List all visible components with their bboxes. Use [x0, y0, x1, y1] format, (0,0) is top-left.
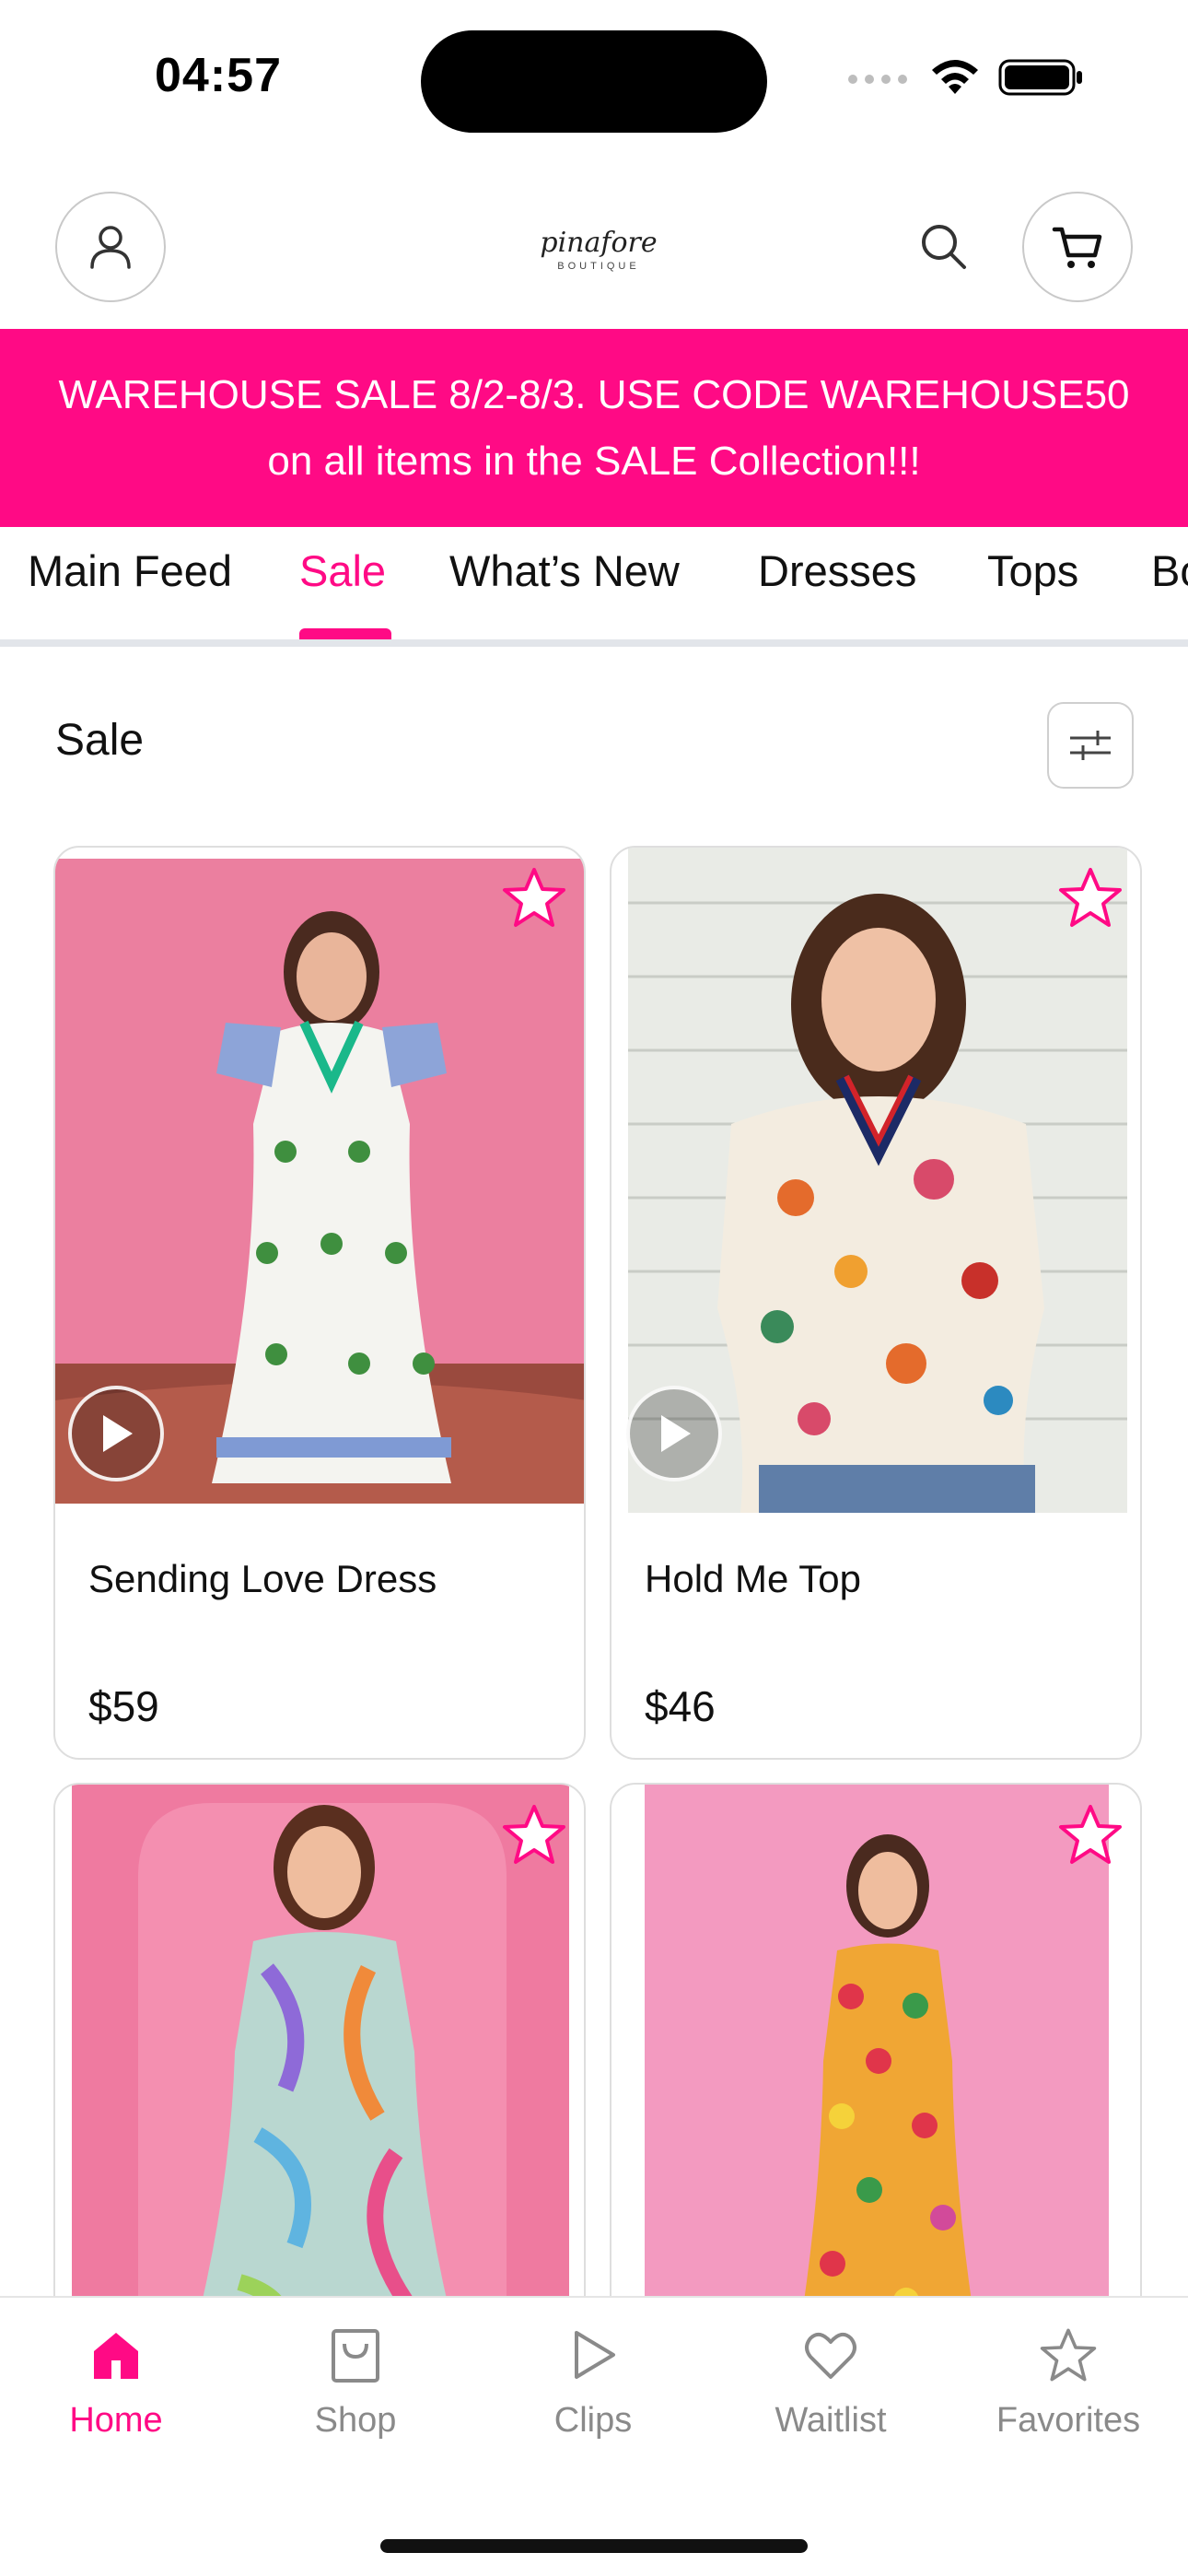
product-price: $46	[645, 1682, 716, 1730]
app-header: pinafore BOUTIQUE	[0, 184, 1188, 328]
heart-icon	[805, 2332, 856, 2379]
play-video-button[interactable]	[626, 1386, 722, 1481]
account-button[interactable]	[55, 192, 166, 302]
filter-button[interactable]	[1047, 702, 1134, 789]
nav-label: Home	[69, 2401, 163, 2440]
star-icon	[1040, 2328, 1097, 2382]
wifi-icon	[932, 60, 978, 94]
cart-button[interactable]	[1022, 192, 1133, 302]
product-image[interactable]	[55, 1785, 584, 2352]
nav-label: Favorites	[996, 2401, 1141, 2440]
home-indicator[interactable]	[380, 2539, 808, 2553]
nav-waitlist[interactable]: Waitlist	[739, 2325, 923, 2441]
tab-whats-new[interactable]: What’s New	[449, 545, 680, 628]
product-card[interactable]	[610, 1783, 1142, 2354]
tab-tops[interactable]: Tops	[987, 545, 1078, 628]
product-card[interactable]: Hold Me Top $46	[610, 846, 1142, 1760]
search-button[interactable]	[916, 219, 972, 279]
nav-label: Clips	[553, 2401, 633, 2440]
promo-line-2: on all items in the SALE Collection!!!	[267, 438, 921, 484]
dynamic-island	[421, 30, 767, 133]
product-price: $59	[88, 1682, 159, 1730]
promo-line-1: WAREHOUSE SALE 8/2-8/3. USE CODE WAREHOU…	[58, 371, 1130, 417]
filter-icon	[1070, 731, 1111, 760]
tab-main-feed[interactable]: Main Feed	[28, 545, 232, 628]
product-image[interactable]	[611, 1785, 1140, 2352]
play-video-button[interactable]	[68, 1386, 164, 1481]
nav-shop[interactable]: Shop	[263, 2325, 448, 2441]
favorite-star-icon[interactable]	[1057, 864, 1124, 931]
favorite-star-icon[interactable]	[501, 1801, 567, 1868]
section-title: Sale	[55, 716, 145, 765]
tab-sale[interactable]: Sale	[299, 545, 386, 628]
product-name: Sending Love Dress	[88, 1557, 437, 1600]
play-icon	[575, 2331, 615, 2379]
promo-banner[interactable]: WAREHOUSE SALE 8/2-8/3. USE CODE WAREHOU…	[0, 329, 1188, 527]
product-name: Hold Me Top	[645, 1557, 862, 1600]
product-card[interactable]	[53, 1783, 586, 2354]
product-card[interactable]: Sending Love Dress $59	[53, 846, 586, 1760]
search-icon	[922, 225, 966, 269]
nav-clips[interactable]: Clips	[501, 2325, 685, 2441]
favorite-star-icon[interactable]	[501, 864, 567, 931]
status-bar: 04:57	[0, 0, 1188, 161]
home-icon	[94, 2333, 138, 2379]
status-time: 04:57	[155, 49, 282, 102]
nav-label: Shop	[314, 2401, 397, 2440]
tab-dresses[interactable]: Dresses	[758, 545, 916, 628]
play-icon	[661, 1415, 691, 1452]
status-indicators	[847, 57, 1085, 98]
play-icon	[103, 1415, 133, 1452]
bottom-nav: Home Shop Clips Waitlist Favorites	[0, 2296, 1188, 2576]
favorite-star-icon[interactable]	[1057, 1801, 1124, 1868]
logo-subtitle: BOUTIQUE	[557, 260, 640, 272]
nav-favorites[interactable]: Favorites	[976, 2325, 1160, 2441]
nav-label: Waitlist	[775, 2401, 887, 2440]
cart-icon	[1052, 227, 1102, 268]
battery-icon	[998, 59, 1082, 96]
signal-icon	[848, 75, 907, 84]
user-icon	[90, 226, 131, 269]
nav-home[interactable]: Home	[24, 2325, 208, 2441]
active-tab-indicator	[299, 628, 391, 639]
bag-icon	[332, 2329, 379, 2383]
tab-partial[interactable]: Bo	[1151, 545, 1188, 628]
logo-script: pinafore	[540, 226, 658, 259]
category-tabs: Main Feed Sale What’s New Dresses Tops B…	[0, 527, 1188, 647]
brand-logo[interactable]: pinafore BOUTIQUE	[488, 212, 709, 286]
